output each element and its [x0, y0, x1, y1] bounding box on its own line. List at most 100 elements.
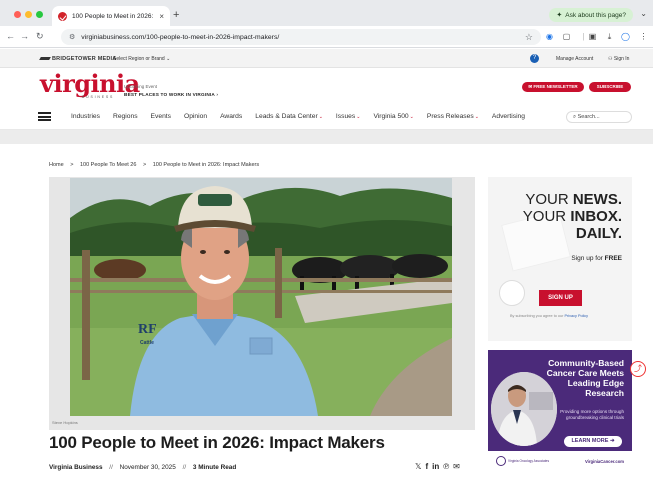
- nav-item-label: Issues: [335, 113, 356, 120]
- browser-tab[interactable]: 100 People to Meet in 2026: I ×: [52, 6, 170, 26]
- profile-icon[interactable]: ◯: [620, 31, 631, 42]
- tab-close-icon[interactable]: ×: [159, 12, 164, 21]
- download-icon[interactable]: ⤓: [604, 31, 615, 42]
- newsletter-ad[interactable]: YOUR NEWS. YOUR INBOX. DAILY. Sign up fo…: [488, 177, 632, 341]
- article-publisher[interactable]: Virginia Business: [49, 464, 103, 471]
- main-navigation: Industries Regions Events Opinion Awards Lead…: [0, 104, 653, 130]
- linkedin-share-icon[interactable]: in: [432, 462, 439, 471]
- upcoming-event-label: Upcoming Event: [124, 84, 158, 89]
- breadcrumb-separator: >: [142, 162, 147, 168]
- bookmark-star-icon[interactable]: ☆: [525, 32, 533, 43]
- breadcrumb-separator: >: [70, 162, 74, 168]
- manage-account-link[interactable]: Manage Account: [556, 56, 593, 62]
- nav-item-label: Press Releases: [426, 113, 474, 120]
- x-share-icon[interactable]: 𝕏: [415, 462, 421, 471]
- browser-tab-bar: 100 People to Meet in 2026: I × + ✦ Ask …: [0, 0, 653, 26]
- voa-logo-icon: [496, 456, 506, 466]
- help-icon[interactable]: ?: [530, 54, 539, 63]
- meta-separator: //: [182, 464, 187, 471]
- breadcrumb: Home > 100 People To Meet 26 > 100 Peopl…: [49, 162, 259, 168]
- search-input[interactable]: ⌕ Search...: [566, 111, 632, 123]
- hamburger-menu-icon[interactable]: [38, 112, 51, 121]
- article-title: 100 People to Meet in 2026: Impact Maker…: [49, 433, 385, 452]
- window-maximize-dot[interactable]: [36, 11, 43, 18]
- site-favicon-icon: [58, 11, 67, 21]
- region-selector[interactable]: Select Region or Brand ⌄: [113, 56, 170, 62]
- site-header: virginia BUSINESS Upcoming Event BEST PL…: [0, 68, 653, 104]
- breadcrumb-home[interactable]: Home: [49, 162, 64, 168]
- subscribe-button[interactable]: SUBSCRIBE: [589, 82, 631, 92]
- back-arrow-icon[interactable]: ←: [6, 31, 15, 41]
- ad-cancer-headline: Community-Based Cancer Care Meets Leadin…: [546, 358, 624, 398]
- window-minimize-dot[interactable]: [25, 11, 32, 18]
- nav-item-advertising[interactable]: Advertising: [492, 113, 525, 120]
- breadcrumb-parent[interactable]: 100 People To Meet 26: [80, 162, 136, 168]
- privacy-policy-link[interactable]: Privacy Policy: [564, 314, 588, 318]
- email-share-icon[interactable]: ✉: [453, 462, 460, 471]
- chevron-down-icon: ⌄: [474, 114, 479, 120]
- ad-cancer-site[interactable]: VirginiaCancer.com: [585, 459, 624, 464]
- shirt-logo-text: RF: [138, 322, 157, 337]
- nav-item-regions[interactable]: Regions: [113, 113, 138, 120]
- pinterest-share-icon[interactable]: ℗: [443, 462, 449, 471]
- nav-item-industries[interactable]: Industries: [71, 113, 100, 120]
- facebook-share-icon[interactable]: f: [425, 462, 428, 471]
- learn-more-button[interactable]: LEARN MORE ➜: [564, 436, 622, 447]
- forward-arrow-icon[interactable]: →: [20, 31, 29, 41]
- nav-item-awards[interactable]: Awards: [220, 113, 242, 120]
- nav-item-press-releases[interactable]: Press Releases⌄: [427, 113, 479, 120]
- meta-separator: //: [109, 464, 113, 471]
- cancer-care-ad[interactable]: Community-Based Cancer Care Meets Leadin…: [488, 350, 632, 472]
- shirt-logo-subtext: Cattle: [140, 340, 154, 346]
- chevron-down-icon: ⌄: [318, 114, 323, 120]
- tab-list-chevron-icon[interactable]: ⌄: [640, 9, 647, 18]
- article-read-time: 3 Minute Read: [192, 464, 237, 471]
- nav-item-virginia-500[interactable]: Virginia 500⌄: [373, 113, 413, 120]
- share-icons: 𝕏 f in ℗ ✉: [415, 462, 464, 471]
- hero-photo: [70, 178, 452, 416]
- free-newsletter-button[interactable]: ✉ FREE NEWSLETTER: [522, 82, 584, 92]
- nav-item-issues[interactable]: Issues⌄: [336, 113, 361, 120]
- extension-icon[interactable]: ◉: [544, 31, 555, 42]
- nav-item-label: Advertising: [491, 113, 525, 120]
- user-icon: ⚇: [608, 56, 613, 62]
- article-meta: Virginia Business // November 30, 2025 /…: [49, 464, 236, 471]
- site-logo-subtitle: BUSINESS: [82, 95, 115, 99]
- site-info-icon[interactable]: ⚙: [69, 33, 75, 41]
- reload-icon[interactable]: ↻: [36, 31, 44, 42]
- ad-signup-button[interactable]: SIGN UP: [539, 290, 582, 306]
- coffee-cup-graphic: [499, 280, 525, 306]
- ad-line-inbox: YOUR INBOX.: [522, 208, 622, 225]
- menu-kebab-icon[interactable]: ⋮: [638, 31, 649, 42]
- nav-item-label: Opinion: [184, 113, 208, 120]
- utility-bar: BRIDGETOWER MEDIA Select Region or Brand…: [0, 49, 653, 68]
- ad-line-daily: DAILY.: [575, 225, 622, 242]
- nav-item-label: Industries: [71, 113, 100, 120]
- ad-strip: [0, 130, 653, 144]
- nav-item-leads-data-center[interactable]: Leads & Data Center⌄: [255, 113, 323, 120]
- nav-item-events[interactable]: Events: [151, 113, 171, 120]
- tab-title: 100 People to Meet in 2026: I: [72, 12, 156, 20]
- nav-item-label: Awards: [220, 113, 243, 120]
- nav-item-opinion[interactable]: Opinion: [184, 113, 207, 120]
- clipboard-icon[interactable]: ▢: [561, 31, 572, 42]
- reading-mode-icon[interactable]: ▣: [587, 31, 598, 42]
- ad-cancer-footer: Virginia Oncology Associates VirginiaCan…: [488, 451, 632, 472]
- address-bar-url[interactable]: virginiabusiness.com/100-people-to-meet-…: [81, 34, 525, 41]
- ask-about-page-label: Ask about this page?: [565, 11, 626, 19]
- browser-toolbar: ← → ↻ ⚙ virginiabusiness.com/100-people-…: [0, 26, 653, 48]
- new-tab-button[interactable]: +: [173, 9, 179, 21]
- pdf-reader-icon[interactable]: ⤴: [630, 361, 646, 377]
- upcoming-event-link[interactable]: BEST PLACES TO WORK IN VIRGINIA ›: [124, 92, 218, 97]
- sign-in-link[interactable]: ⚇ Sign In: [608, 56, 629, 62]
- ad-fine-print: By subscribing you agree to our Privacy …: [510, 314, 589, 318]
- window-close-dot[interactable]: [14, 11, 21, 18]
- nav-item-label: Virginia 500: [373, 113, 409, 120]
- ask-about-page-button[interactable]: ✦ Ask about this page?: [549, 8, 633, 22]
- sparkle-icon: ✦: [556, 12, 563, 19]
- ad-cancer-org: Virginia Oncology Associates: [508, 459, 550, 463]
- address-bar[interactable]: ⚙ virginiabusiness.com/100-people-to-mee…: [61, 29, 541, 45]
- bridgetower-logo[interactable]: BRIDGETOWER MEDIA: [39, 56, 116, 62]
- ad-line-news: YOUR NEWS.: [525, 191, 622, 208]
- photo-credit: Steve Hopkins: [52, 420, 78, 425]
